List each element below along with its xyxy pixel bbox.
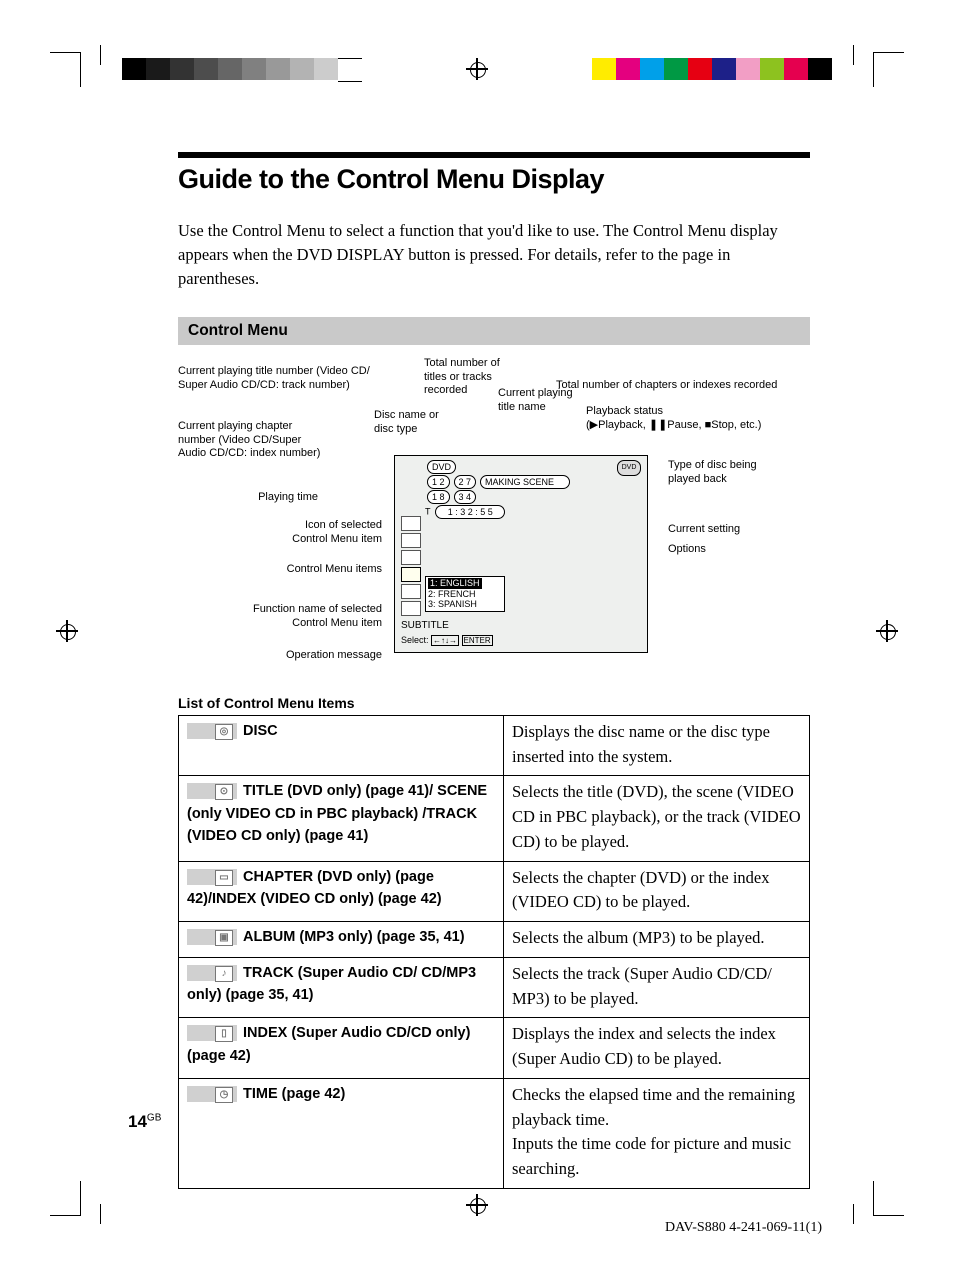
item-icon-slot: ▯ <box>187 1025 237 1041</box>
opmsg-prefix: Select: <box>401 635 429 645</box>
item-name: ALBUM (MP3 only) (page 35, 41) <box>243 929 465 945</box>
item-desc: Selects the track (Super Audio CD/CD/ MP… <box>504 957 810 1018</box>
diagram-label: Operation message <box>232 649 382 663</box>
menu-item-icon <box>401 516 421 531</box>
manual-page: Guide to the Control Menu Display Use th… <box>0 0 954 1270</box>
grayscale-swatches <box>122 58 362 82</box>
album-icon: ▣ <box>215 930 233 946</box>
page-number-value: 14 <box>128 1112 147 1131</box>
options-panel: 1: ENGLISH 2: FRENCH 3: SPANISH <box>425 576 505 612</box>
item-icon-slot: ♪ <box>187 965 237 981</box>
title-total: 2 7 <box>454 475 477 489</box>
item-desc: Displays the index and selects the index… <box>504 1018 810 1079</box>
diagram-label: Type of disc beingplayed back <box>668 459 808 487</box>
diagram-label: Playback status(▶Playback, ❚❚Pause, ■Sto… <box>586 405 816 433</box>
diagram-label: Current setting <box>668 523 808 537</box>
option-item: 2: FRENCH <box>428 589 502 600</box>
control-menu-items-table: ◎ DISC Displays the disc name or the disc… <box>178 715 810 1189</box>
section-heading: Control Menu <box>178 317 810 345</box>
menu-item-icon-selected <box>401 567 421 582</box>
index-icon: ▯ <box>215 1026 233 1042</box>
chapter-current: 1 8 <box>427 490 450 504</box>
time-value: 1 : 3 2 : 5 5 <box>435 505 505 519</box>
display-screen: DVD 1 2 2 7MAKING SCENE 1 8 3 4 T 1 : 3 2 … <box>394 455 648 653</box>
table-row: ▯INDEX (Super Audio CD/CD only) (page 42… <box>179 1018 810 1079</box>
diagram-label: Current playing chapternumber (Video CD/… <box>178 420 338 461</box>
menu-item-icon <box>401 601 421 616</box>
item-icon-slot: ▣ <box>187 929 237 945</box>
color-swatches <box>592 58 832 80</box>
table-row: ◎ DISC Displays the disc name or the disc… <box>179 715 810 776</box>
intro-paragraph: Use the Control Menu to select a functio… <box>178 219 810 291</box>
time-prefix: T <box>425 506 431 516</box>
title-name: MAKING SCENE <box>480 475 570 489</box>
enter-key-icon: ENTER <box>462 635 493 646</box>
printer-marks-bottom <box>0 1186 954 1216</box>
chapter-total: 3 4 <box>454 490 477 504</box>
menu-item-icon <box>401 550 421 565</box>
disc-icon: ◎ <box>215 724 233 740</box>
diagram-label: Function name of selectedControl Menu it… <box>192 603 382 631</box>
list-heading: List of Control Menu Items <box>178 695 810 711</box>
chapter-icon: ▭ <box>215 870 233 886</box>
item-icon-slot: ⊙ <box>187 783 237 799</box>
document-id: DAV-S880 4-241-069-11(1) <box>665 1220 822 1236</box>
title-icon: ⊙ <box>215 784 233 800</box>
diagram-label: Icon of selectedControl Menu item <box>242 519 382 547</box>
page-content: Guide to the Control Menu Display Use th… <box>178 152 810 1189</box>
diagram-label: Playing time <box>178 491 318 505</box>
diagram-label: Disc name ordisc type <box>374 409 464 437</box>
control-menu-diagram: Current playing title number (Video CD/S… <box>178 365 810 685</box>
item-desc: Selects the chapter (DVD) or the index (… <box>504 861 810 922</box>
page-number: 14GB <box>128 1112 161 1132</box>
menu-item-icon <box>401 533 421 548</box>
item-name: TIME (page 42) <box>243 1086 345 1102</box>
arrow-keys-icon: ←↑↓→ <box>431 635 459 646</box>
item-desc: Displays the disc name or the disc type … <box>504 715 810 776</box>
diagram-label: Options <box>668 543 808 557</box>
table-row: ▣ ALBUM (MP3 only) (page 35, 41) Selects … <box>179 922 810 958</box>
table-row: ◷ TIME (page 42) Checks the elapsed time … <box>179 1078 810 1188</box>
page-title: Guide to the Control Menu Display <box>178 164 810 195</box>
table-row: ▭CHAPTER (DVD only) (page 42)/INDEX (VID… <box>179 861 810 922</box>
registration-mark-icon <box>876 620 898 642</box>
registration-mark-icon <box>466 1194 488 1216</box>
item-icon-slot: ▭ <box>187 869 237 885</box>
time-icon: ◷ <box>215 1087 233 1103</box>
diagram-label: Current playing title number (Video CD/S… <box>178 365 388 393</box>
page-region: GB <box>147 1112 161 1123</box>
operation-message: Select: ←↑↓→ ENTER <box>401 635 493 646</box>
item-icon-slot: ◷ <box>187 1086 237 1102</box>
registration-mark-icon <box>56 620 78 642</box>
item-name: DISC <box>243 723 278 739</box>
item-icon-slot: ◎ <box>187 723 237 739</box>
disc-label-pill: DVD <box>427 460 456 474</box>
menu-icon-column <box>401 516 421 618</box>
table-row: ⊙TITLE (DVD only) (page 41)/ SCENE (only… <box>179 776 810 861</box>
function-name: SUBTITLE <box>401 620 449 633</box>
table-row: ♪TRACK (Super Audio CD/ CD/MP3 only) (pa… <box>179 957 810 1018</box>
item-desc: Checks the elapsed time and the remainin… <box>504 1078 810 1188</box>
option-item: 3: SPANISH <box>428 599 502 610</box>
item-desc: Selects the album (MP3) to be played. <box>504 922 810 958</box>
disc-type-badge: DVD <box>617 460 641 476</box>
heading-rule <box>178 152 810 158</box>
option-selected: 1: ENGLISH <box>428 578 482 589</box>
diagram-label: Control Menu items <box>242 563 382 577</box>
title-current: 1 2 <box>427 475 450 489</box>
registration-mark-icon <box>466 58 488 80</box>
menu-item-icon <box>401 584 421 599</box>
item-desc: Selects the title (DVD), the scene (VIDE… <box>504 776 810 861</box>
diagram-label: Total number of chapters or indexes reco… <box>556 379 816 393</box>
track-icon: ♪ <box>215 966 233 982</box>
